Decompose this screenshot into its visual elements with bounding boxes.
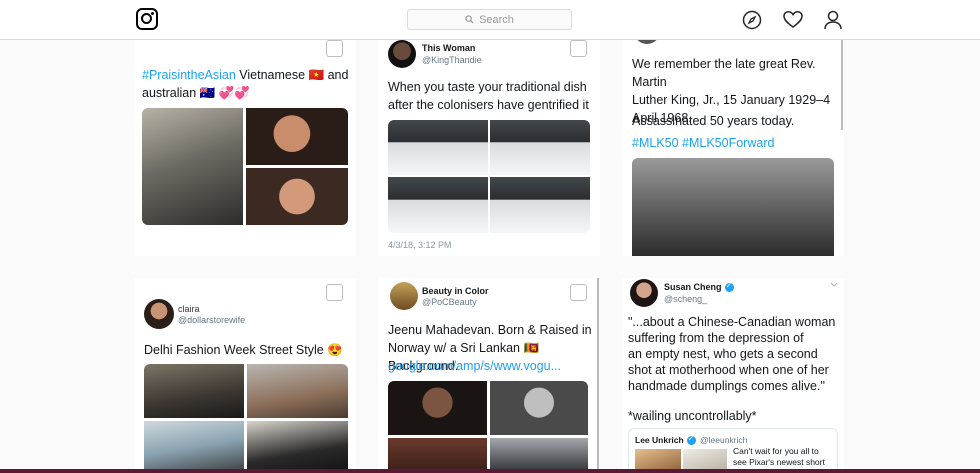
timestamp: 4/3/18, 3:12 PM bbox=[388, 240, 452, 250]
post-photo[interactable] bbox=[490, 438, 588, 473]
post-photo[interactable] bbox=[388, 381, 487, 435]
quoted-user-name[interactable]: Lee Unkrich bbox=[635, 434, 696, 446]
post-photo[interactable] bbox=[388, 438, 487, 473]
avatar[interactable] bbox=[144, 299, 174, 329]
select-checkbox[interactable] bbox=[570, 40, 587, 57]
post-card-colonisers[interactable]: This Woman @KingThandie When you taste y… bbox=[378, 40, 600, 256]
post-card-praise[interactable]: #PraisintheAsian Vietnamese 🇻🇳 and austr… bbox=[134, 40, 356, 256]
user-name[interactable]: claira bbox=[178, 304, 200, 314]
post-photo[interactable] bbox=[246, 168, 348, 225]
top-bar: Search bbox=[0, 0, 980, 40]
user-handle[interactable]: @scheng_ bbox=[664, 294, 707, 304]
post-photo[interactable] bbox=[490, 177, 590, 233]
user-name[interactable]: This Woman bbox=[422, 43, 475, 53]
avatar[interactable] bbox=[634, 40, 660, 44]
avatar[interactable] bbox=[388, 40, 416, 68]
select-checkbox[interactable] bbox=[326, 284, 343, 301]
post-photo[interactable] bbox=[490, 120, 590, 175]
avatar[interactable] bbox=[630, 279, 658, 307]
quoted-user-handle[interactable]: @leeunkrich bbox=[700, 435, 747, 445]
post-card-susan[interactable]: Susan Cheng @scheng_ "...about a Chinese… bbox=[622, 278, 844, 473]
hashtag-links[interactable]: #MLK50 #MLK50Forward bbox=[632, 134, 774, 152]
quoted-text: Can't wait for you all to see Pixar's ne… bbox=[733, 446, 825, 467]
post-photo[interactable] bbox=[388, 177, 488, 233]
search-icon bbox=[465, 15, 474, 24]
post-photo[interactable] bbox=[142, 108, 243, 225]
post-photo[interactable] bbox=[144, 364, 244, 418]
search-placeholder: Search bbox=[479, 13, 514, 26]
chevron-down-icon[interactable] bbox=[830, 282, 838, 288]
user-handle[interactable]: @PoCBeauty bbox=[422, 297, 477, 307]
verified-badge-icon bbox=[724, 281, 734, 293]
post-card-mlk[interactable]: We remember the late great Rev. Martin L… bbox=[622, 40, 844, 256]
post-photo[interactable] bbox=[632, 158, 834, 256]
divider bbox=[841, 40, 843, 130]
select-checkbox[interactable] bbox=[570, 284, 587, 301]
post-photo[interactable] bbox=[388, 120, 488, 175]
window-bottom-edge bbox=[0, 469, 980, 473]
hashtag-link[interactable]: #PraisintheAsian bbox=[142, 68, 236, 82]
post-photo[interactable] bbox=[246, 108, 348, 165]
tweet-text: Delhi Fashion Week Street Style 😍 bbox=[144, 343, 343, 357]
tweet-text-2: Assassinated 50 years today. bbox=[632, 114, 795, 128]
user-handle[interactable]: @dollarstorewife bbox=[178, 315, 245, 325]
tweet-text: #PraisintheAsian Vietnamese 🇻🇳 and austr… bbox=[142, 68, 349, 100]
select-checkbox[interactable] bbox=[326, 40, 343, 57]
tweet-text: "...about a Chinese-Canadian woman suffe… bbox=[628, 315, 836, 393]
post-photo[interactable] bbox=[247, 364, 348, 418]
profile-icon[interactable] bbox=[823, 10, 843, 30]
user-name[interactable]: Susan Cheng bbox=[664, 281, 734, 293]
tweet-text: When you taste your traditional dish aft… bbox=[388, 80, 589, 112]
post-photo[interactable] bbox=[144, 421, 244, 473]
heart-icon[interactable] bbox=[783, 10, 803, 30]
post-photo[interactable] bbox=[247, 421, 348, 473]
divider bbox=[597, 278, 599, 473]
user-handle[interactable]: @KingThandie bbox=[422, 55, 482, 65]
quoted-tweet[interactable]: Lee Unkrich @leeunkrich Can't wait for y… bbox=[628, 428, 838, 473]
instagram-logo-icon[interactable] bbox=[136, 8, 158, 30]
post-card-beauty[interactable]: Beauty in Color @PoCBeauty Jeenu Mahadev… bbox=[378, 278, 596, 473]
avatar[interactable] bbox=[390, 282, 418, 310]
tweet-text-2: *wailing uncontrollably* bbox=[628, 409, 757, 423]
user-name[interactable]: Beauty in Color bbox=[422, 286, 489, 296]
search-input[interactable]: Search bbox=[407, 9, 572, 30]
article-link[interactable]: google.com/amp/s/www.vogu... bbox=[388, 357, 561, 375]
compass-icon[interactable] bbox=[742, 10, 762, 30]
post-card-claira[interactable]: claira @dollarstorewife Delhi Fashion We… bbox=[134, 278, 356, 473]
post-photo[interactable] bbox=[490, 381, 588, 435]
verified-badge-icon bbox=[686, 434, 696, 446]
